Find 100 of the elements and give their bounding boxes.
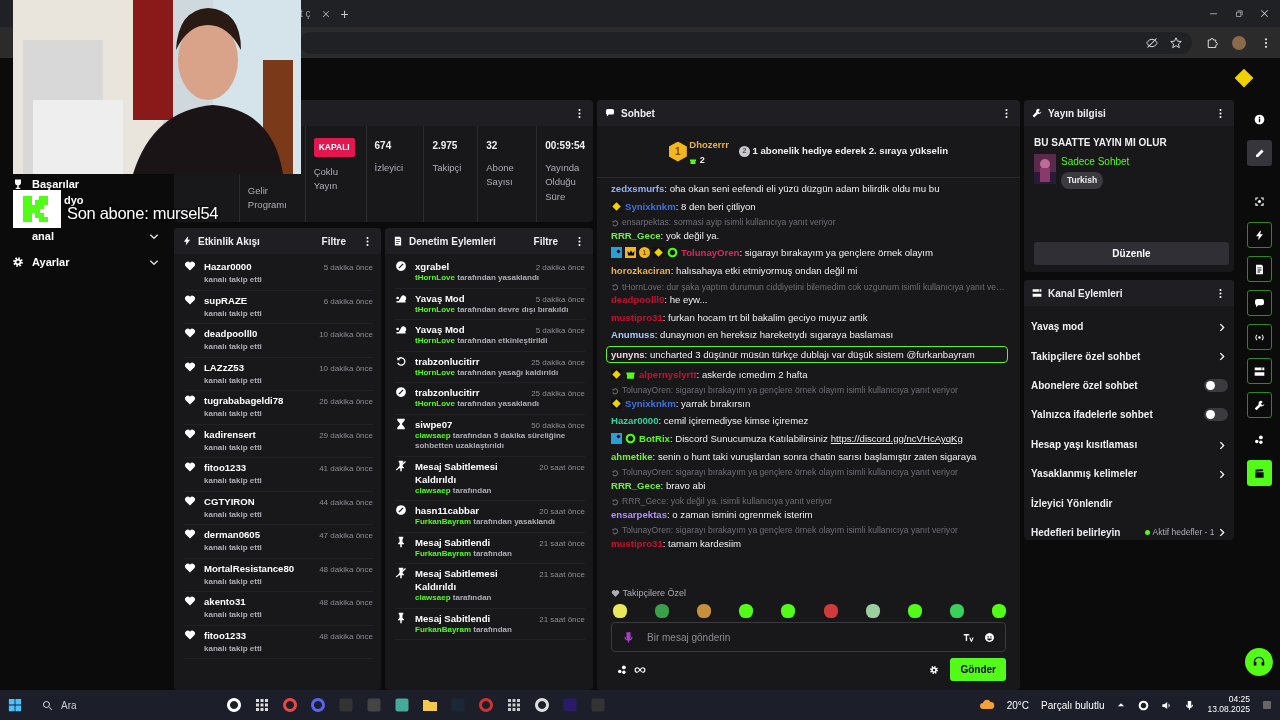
sidebar-item[interactable]: Ayarlar [32,253,70,271]
maximize-icon[interactable] [1234,8,1244,19]
username: kadirensert [204,427,256,441]
taskbar-app-icon[interactable] [254,697,270,713]
action-title: hasn11cabbar [415,504,479,517]
emote-icon[interactable] [781,604,796,618]
message-field[interactable]: Bir mesaj gönderin [611,622,1006,652]
broadcast-icon[interactable] [1246,324,1272,350]
channel-icon [1032,288,1042,298]
emote-icon[interactable] [992,604,1006,618]
stat-label: İzleyici [374,162,404,173]
channel-action[interactable]: Yalnızca ifadelerle sohbet [1031,407,1153,423]
translate-icon[interactable] [963,631,974,643]
verified-icon [667,247,678,259]
channel-icon[interactable] [1246,358,1272,384]
action-time: 25 dakika önce [530,388,585,399]
taskbar-app-icon[interactable] [422,697,438,713]
channel-action[interactable]: Hedefleri belirleyin [1031,524,1121,540]
taskbar-app-icon[interactable] [506,697,522,713]
chat-message: Synixknkm: yarrak bırakırsın [625,396,751,410]
action-title: Mesaj Sabitlemesi Kaldırıldı [415,567,499,593]
chat-message: ensarpektas: o zaman ismini ogrenmek isterim [611,507,813,521]
chat-icon[interactable] [1246,290,1272,316]
category-link[interactable]: Sadece Sohbet [1061,156,1130,167]
toggle-switch[interactable] [1204,378,1228,392]
document-icon [393,236,403,246]
emote-icon[interactable] [949,604,964,618]
unpin-icon [395,459,407,472]
clapper-icon[interactable] [1246,460,1272,486]
sidebar-item[interactable]: Başarılar [32,175,80,193]
emoji-icon[interactable] [984,631,995,643]
sidebar-item[interactable]: anal [32,227,54,245]
emote-icon[interactable] [739,604,754,618]
edit-button[interactable]: Düzenle [1034,241,1229,265]
bolt-icon [182,236,192,246]
bolt-icon[interactable] [1246,222,1272,248]
close-icon[interactable] [1259,8,1270,19]
language-tag: Turkish [1061,172,1104,189]
action-time: 5 dakika önce [534,325,585,336]
trophy-icon [12,178,24,190]
stat-label: Takipçi [432,162,462,173]
emote-icon[interactable] [613,604,627,618]
wrench-icon[interactable] [1246,392,1272,418]
panel-title: Denetim Eylemleri [409,234,496,249]
chat-link[interactable]: https://discord.gg/ncVHcAyqKg [830,431,963,445]
taskbar-app-icon[interactable] [394,697,410,713]
weather-text[interactable]: Parçalı bulutlu [1041,697,1105,713]
chat-icon [605,108,615,118]
reply-icon [611,283,619,292]
support-button[interactable] [1245,648,1273,676]
sidebar-item[interactable]: dyo [64,194,84,206]
doc-icon[interactable] [1246,256,1272,282]
pencil-icon[interactable] [1246,140,1272,166]
notification-icon [1262,700,1272,710]
channel-action[interactable]: Yasaklanmış kelimeler [1031,466,1138,482]
channel-action[interactable]: Yavaş mod [1031,319,1084,335]
taskbar-app-icon[interactable] [534,697,550,713]
channel-action[interactable]: Takipçilere özel sohbet [1031,348,1141,364]
windows-icon[interactable] [8,698,22,712]
stat-label: Çoklu Yayın [313,165,338,191]
action-title: xgrabel [415,260,450,273]
message-input[interactable]: Bir mesaj gönderin [645,628,953,646]
undo-icon [395,354,407,367]
action-text: clawsaep tarafından [415,485,493,496]
send-button[interactable]: Gönder [950,658,1006,681]
network-icon [1138,699,1150,711]
heart-icon [184,561,196,574]
filter-button[interactable]: Filtre [533,233,558,249]
pin-icon [395,611,407,624]
heart-icon [184,528,196,540]
heart-icon [611,588,620,598]
chat-message: yunyns: uncharted 3 düşünür müsün türkçe dublajı var düşük sistem @furkanbayram [606,345,1008,363]
channel-action[interactable]: İzleyici Yönlendir [1031,495,1113,511]
extensions-icon[interactable] [1206,36,1218,49]
emote-icon[interactable] [865,604,880,618]
filter-button[interactable]: Filtre [321,233,346,249]
taskbar-app-icon[interactable] [226,697,242,713]
action-time: 21 saat önce [538,569,585,580]
channel-action[interactable]: Hesap yaşı kısıtlaması [1031,436,1138,452]
stat-label: Abone Sayısı [486,162,514,188]
channel-action[interactable]: Abonelere özel sohbet [1031,377,1138,393]
search-field[interactable]: Ara [34,694,214,716]
toggle-switch[interactable] [1204,408,1228,422]
pin-icon [395,535,407,548]
profile-avatar[interactable] [1232,35,1246,50]
temperature[interactable]: 20°C [1006,697,1030,713]
emote-icon[interactable] [907,604,922,618]
event-text: kanalı takip etti [204,610,262,619]
tab-close-icon[interactable] [320,8,331,19]
event-text: kanalı takip etti [204,342,262,351]
settings-icon[interactable] [929,664,940,675]
action-title: Yavaş Mod [415,291,465,305]
action-time: 50 dakika önce [530,419,585,431]
new-tab-button[interactable]: + [340,6,349,21]
chat-message: BotRix: Discord Sunucumuza Katılabilirsiniz [639,431,828,445]
action-text: tHornLove tarafından yasaklandı [415,399,541,410]
action-text: clawsaep tarafından 5 dakika süreliğine sohbetten uzaklaştırıldı [415,430,567,452]
hourglass-icon [395,417,407,430]
chat-message: alpernyslyrtt: askerde ıcmedım 2 hafta [639,367,808,381]
emote-icon[interactable] [697,604,712,618]
